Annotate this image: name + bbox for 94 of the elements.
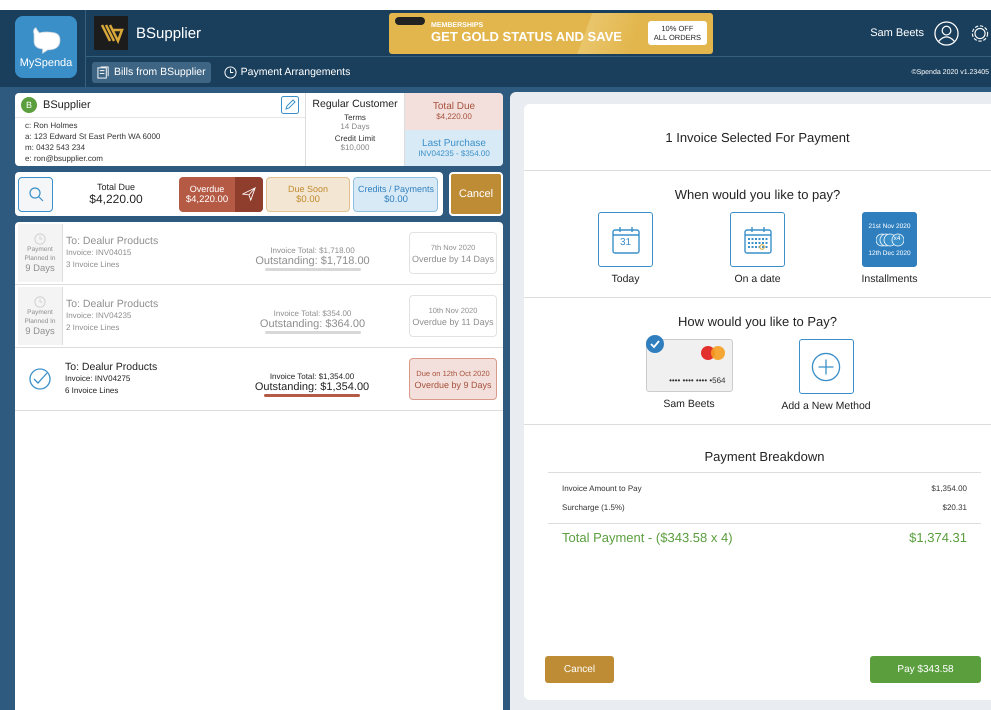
when-title: When would you like to pay? — [674, 187, 840, 202]
total-due-value: $4,220.00 — [89, 192, 143, 206]
breakdown-title: Payment Breakdown — [548, 449, 981, 473]
search-button[interactable] — [18, 176, 53, 212]
outstanding-amount: Outstanding: $364.00 — [260, 318, 366, 330]
method-label: Add a New Method — [781, 400, 871, 412]
clock-icon — [224, 66, 237, 78]
card-number: •••• •••• •••• •564 — [669, 376, 726, 385]
credit-limit-value: $10,000 — [340, 143, 370, 152]
option-label: Installments — [861, 273, 918, 285]
tile-label: Credits / Payments — [358, 184, 434, 194]
last-purchase-label: Last Purchase — [422, 138, 486, 149]
breakdown-value: $20.31 — [942, 502, 967, 514]
nav-tab[interactable]: Bills from BSupplier — [92, 62, 211, 82]
checkmark-icon[interactable] — [29, 368, 51, 390]
tile-label: Overdue — [190, 184, 224, 194]
credit-card[interactable]: •••• •••• •••• •564 — [646, 339, 732, 392]
payment-title: 1 Invoice Selected For Payment — [665, 130, 850, 144]
invoice-recipient: To: Dealur Products — [66, 235, 160, 247]
cancel-button[interactable]: Cancel — [545, 656, 614, 683]
nav-tab[interactable]: Payment Arrangements — [218, 62, 356, 82]
breakdown-value: $1,354.00 — [931, 483, 967, 495]
pay-button[interactable]: Pay $343.58 — [870, 656, 981, 683]
supplier-name: BSupplier — [136, 24, 202, 42]
paper-plane-icon — [242, 187, 256, 201]
search-icon — [28, 186, 44, 202]
supplier-logo — [94, 16, 128, 50]
overdue-status: Overdue by 14 Days — [412, 254, 494, 264]
terms-label: Terms — [344, 113, 366, 122]
total-due-label: Total Due — [96, 182, 136, 192]
breakdown-label: Surcharge (1.5%) — [562, 502, 625, 514]
last-purchase-value: INV04235 - $354.00 — [418, 148, 490, 158]
invoice-lines: 3 Invoice Lines — [66, 259, 120, 271]
filter-tile[interactable]: Credits / Payments $0.00 — [353, 176, 438, 212]
planned-days: 9 Days — [25, 262, 55, 274]
user-icon[interactable] — [934, 20, 959, 46]
breakdown-label: Invoice Amount to Pay — [562, 483, 642, 495]
clock-icon — [34, 296, 46, 308]
invoice-lines: 2 Invoice Lines — [66, 322, 120, 334]
total-due-value: $4,220.00 — [436, 112, 472, 122]
tile-label: Due Soon — [288, 184, 328, 194]
invoice-number: Invoice: INV04015 — [66, 247, 132, 259]
outstanding-amount: Outstanding: $1,354.00 — [254, 380, 370, 392]
invoice-number: Invoice: INV04235 — [66, 310, 132, 322]
edit-icon[interactable] — [281, 96, 299, 114]
overdue-status: Overdue by 9 Days — [414, 380, 492, 390]
cancel-button[interactable]: Cancel — [449, 172, 503, 216]
supplier-avatar: B — [21, 97, 37, 113]
card-brand-icon — [700, 345, 726, 361]
plus-icon — [811, 352, 841, 382]
invoice-total: Invoice Total: $354.00 — [274, 308, 352, 318]
pay-time-option[interactable] — [730, 212, 785, 267]
contact-line: a: 123 Edward St East Perth WA 6000 — [25, 131, 162, 142]
tile-value: $0.00 — [296, 194, 320, 204]
filter-tile[interactable]: Due Soon $0.00 — [266, 176, 350, 212]
total-due-label: Total Due — [432, 101, 476, 112]
clock-icon — [34, 232, 46, 244]
invoice-total: Invoice Total: $1,354.00 — [270, 372, 354, 380]
customer-type: Regular Customer — [312, 98, 398, 110]
user-name: Sam Beets — [870, 27, 924, 39]
invoice-total: Invoice Total: $1,718.00 — [270, 246, 355, 254]
document-icon — [97, 66, 110, 78]
credit-limit-label: Credit Limit — [334, 134, 376, 143]
contact-line: m: 0432 543 234 — [25, 142, 86, 153]
filter-tile[interactable]: Overdue $4,220.00 — [179, 176, 263, 212]
invoice-recipient: To: Dealur Products — [65, 361, 158, 373]
outstanding-amount: Outstanding: $1,718.00 — [255, 254, 370, 266]
calendar-icon — [742, 224, 772, 254]
app-name: MySpenda — [20, 56, 72, 68]
method-label: Sam Beets — [663, 398, 715, 410]
overdue-status: Overdue by 11 Days — [412, 316, 494, 326]
pay-time-option[interactable]: 31 — [598, 212, 653, 267]
method-title: How would you like to Pay? — [678, 314, 837, 329]
contact-line: e: ron@bsupplier.com — [25, 153, 104, 164]
calendar-icon — [610, 224, 640, 254]
invoice-number: Invoice: INV04275 — [65, 373, 132, 385]
contact-line: c: Ron Holmes — [25, 120, 78, 131]
add-method-button[interactable] — [798, 339, 854, 394]
calendar-day: 31 — [620, 237, 632, 248]
total-payment-label: Total Payment - ($343.58 x 4) — [562, 530, 733, 545]
option-label: On a date — [734, 273, 781, 285]
invoice-lines: 6 Invoice Lines — [65, 385, 120, 397]
tile-value: $4,220.00 — [186, 194, 228, 204]
app-logo[interactable]: MySpenda — [15, 16, 77, 78]
option-label: Today — [611, 273, 640, 285]
coins-icon — [876, 232, 904, 246]
terms-value: 14 Days — [340, 122, 370, 131]
send-button[interactable] — [235, 176, 263, 212]
promo-headline: GET GOLD STATUS AND SAVE — [431, 29, 622, 44]
invoice-recipient: To: Dealur Products — [66, 298, 160, 310]
planned-days: 9 Days — [25, 326, 55, 336]
total-payment-value: $1,374.31 — [909, 530, 967, 545]
tile-value: $0.00 — [384, 194, 408, 204]
supplier-name: BSupplier — [43, 99, 92, 111]
